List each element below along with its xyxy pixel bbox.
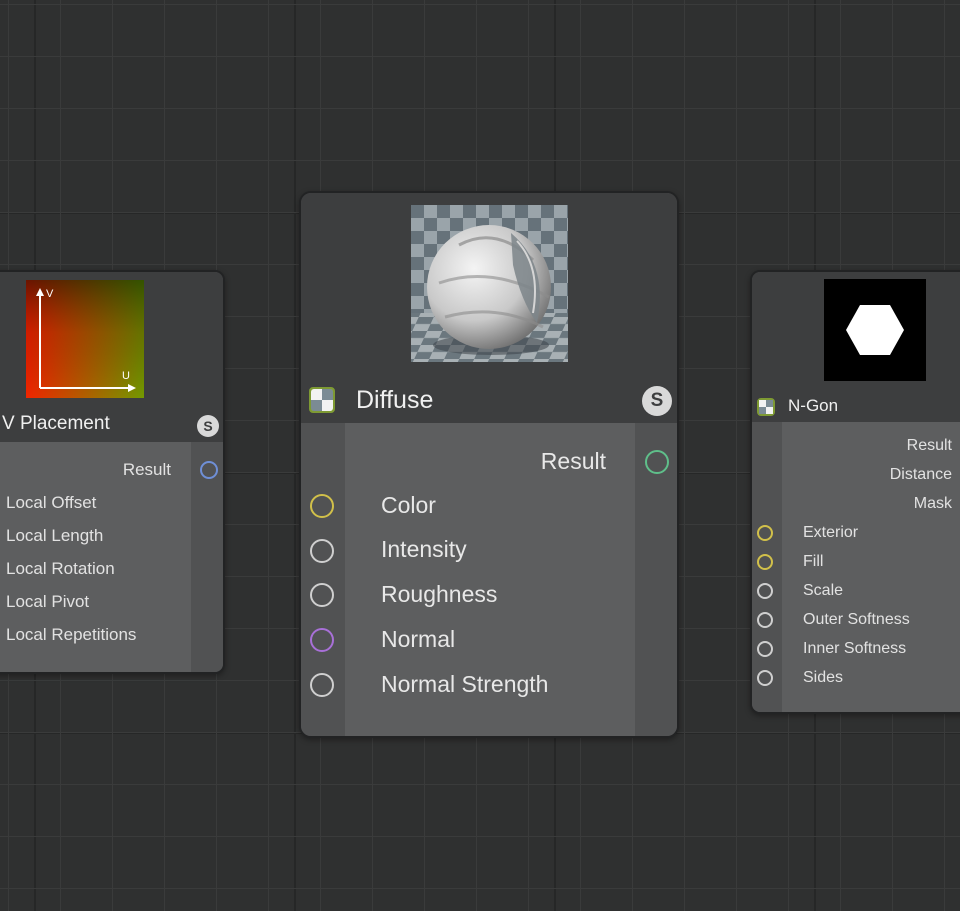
n-gon-input-inner-softness-label: Inner Softness [803,640,907,657]
diffuse-title: Diffuse [356,386,434,414]
uv-preview-v-label: V [46,288,54,300]
n-gon-input-outer-softness-label: Outer Softness [803,611,910,628]
n-gon-input-scale-label: Scale [803,582,844,599]
uv-output-result-label: Result [122,460,171,479]
n-gon-node[interactable]: N-Gon Result Distance Mask Exterior Fill… [750,270,960,714]
uv-input-local-length-label: Local Length [6,526,104,545]
diffuse-input-normal-strength-port[interactable] [310,673,334,697]
diffuse-input-roughness-label: Roughness [381,581,498,607]
uv-input-local-rotation-label: Local Rotation [6,559,115,578]
n-gon-output-mask-label: Mask [913,495,952,512]
n-gon-input-fill-port[interactable] [757,554,773,570]
n-gon-input-scale-port[interactable] [757,583,773,599]
diffuse-input-intensity-port[interactable] [310,539,334,563]
n-gon-input-inner-softness-port[interactable] [757,641,773,657]
n-gon-input-fill-label: Fill [803,553,824,570]
diffuse-header[interactable]: Diffuse S [301,193,677,423]
n-gon-output-result-label: Result [906,437,952,454]
n-gon-preview-thumbnail [824,279,926,381]
material-checker-icon [309,387,335,413]
uv-placement-s-badge[interactable]: S [197,415,219,437]
diffuse-input-color-port[interactable] [310,494,334,518]
diffuse-node[interactable]: Diffuse S Result Color Intensity Roughne… [299,191,679,738]
diffuse-output-result-port[interactable] [645,450,669,474]
uv-placement-node[interactable]: V U V Placement S Result Local Offset Lo… [0,270,225,674]
diffuse-s-badge[interactable]: S [642,386,672,416]
n-gon-input-sides-port[interactable] [757,670,773,686]
diffuse-input-normal-strength-label: Normal Strength [381,671,549,697]
uv-placement-title: V Placement [2,413,110,434]
n-gon-input-sides-label: Sides [803,669,844,686]
uv-input-local-offset-label: Local Offset [6,493,97,512]
diffuse-input-color-label: Color [381,492,436,518]
diffuse-input-normal-label: Normal [381,626,456,652]
diffuse-material-preview [411,205,568,362]
n-gon-header[interactable]: N-Gon [752,272,960,422]
n-gon-input-outer-softness-port[interactable] [757,612,773,628]
uv-output-result-port[interactable] [200,461,218,479]
uv-preview-u-label: U [122,370,130,382]
diffuse-input-normal-port[interactable] [310,628,334,652]
uv-input-local-repetitions-label: Local Repetitions [6,625,137,644]
uv-placement-header[interactable]: V U V Placement S [0,272,223,442]
diffuse-input-intensity-label: Intensity [381,536,467,562]
uv-input-local-pivot-label: Local Pivot [6,592,90,611]
diffuse-output-result-label: Result [540,448,606,474]
n-gon-title: N-Gon [788,396,839,415]
n-gon-output-distance-label: Distance [889,466,952,483]
diffuse-input-roughness-port[interactable] [310,583,334,607]
n-gon-input-exterior-label: Exterior [803,524,859,541]
material-checker-icon [757,398,775,416]
n-gon-input-exterior-port[interactable] [757,525,773,541]
